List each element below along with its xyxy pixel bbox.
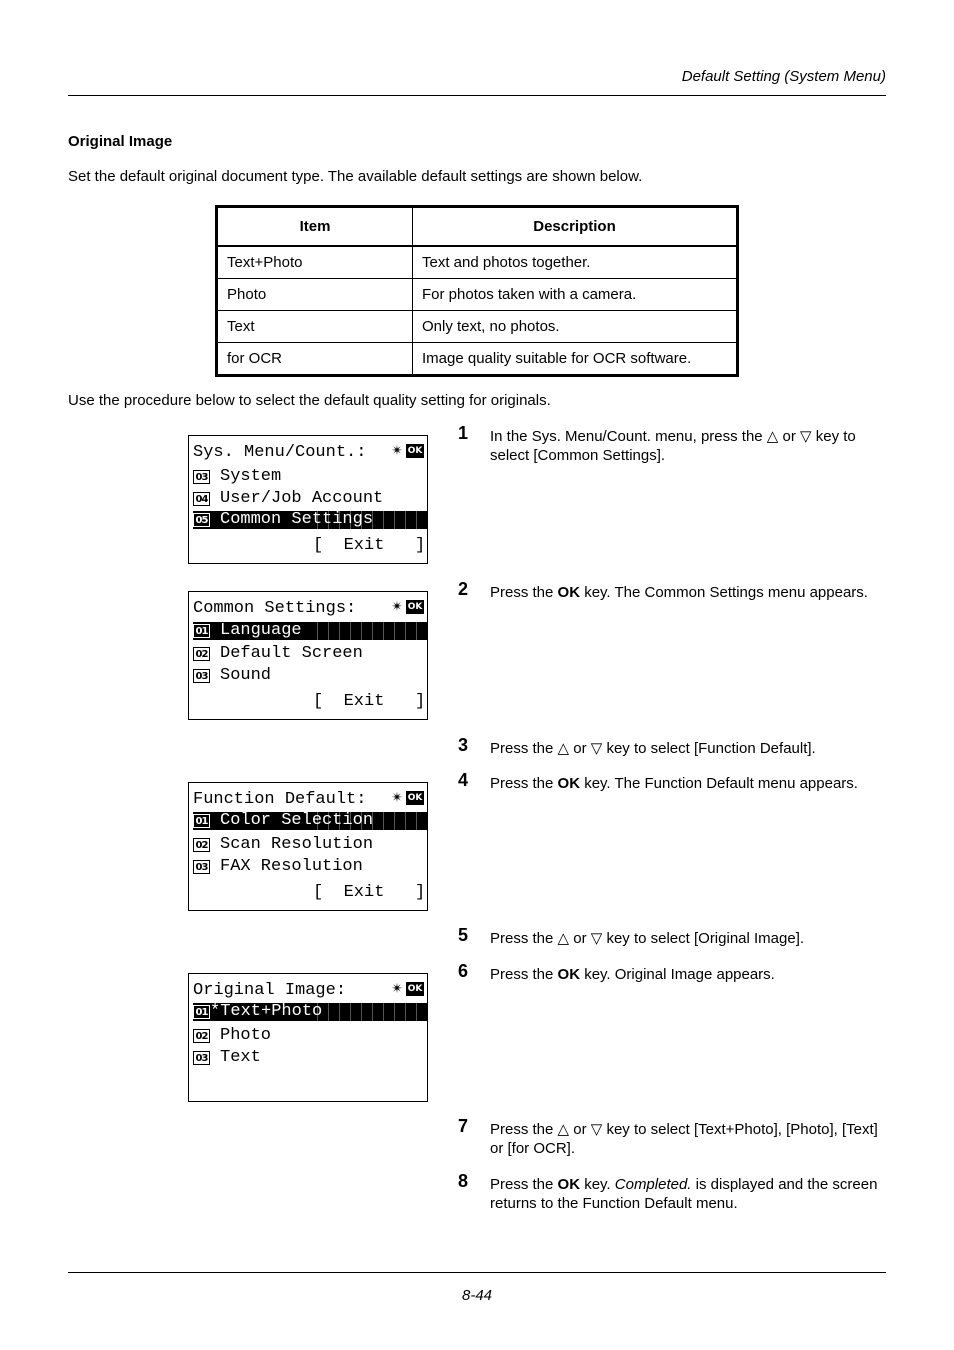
step-text: Press the △ or ▽ key to select [Text+Pho… bbox=[490, 1121, 878, 1157]
menu-item-selected[interactable]: 01 Language bbox=[193, 622, 427, 640]
menu-item[interactable]: 03 FAX Resolution bbox=[193, 858, 427, 876]
column-header-description: Description bbox=[412, 206, 738, 247]
settings-table: Item Description Text+Photo Text and phot… bbox=[215, 205, 739, 377]
step-number: 6 bbox=[458, 961, 469, 981]
lcd-screen-function-default: Function Default: ✴ OK 01 Color Selection… bbox=[188, 782, 428, 911]
item-number-badge: 01 bbox=[193, 624, 210, 638]
item-number-badge: 01 bbox=[193, 1005, 210, 1019]
step-number: 1 bbox=[458, 423, 469, 443]
description-cell: Text and photos together. bbox=[412, 245, 738, 279]
table-row: Photo For photos taken with a camera. bbox=[216, 278, 738, 311]
menu-item-label: User/Job Account bbox=[220, 489, 384, 508]
menu-item[interactable]: 02 Scan Resolution bbox=[193, 836, 427, 854]
menu-item-label: Default Screen bbox=[220, 644, 363, 663]
step-number: 8 bbox=[458, 1171, 469, 1191]
step-number: 2 bbox=[458, 579, 469, 599]
step-text: In the Sys. Menu/Count. menu, press the … bbox=[490, 428, 856, 464]
menu-item[interactable]: 02 Default Screen bbox=[193, 645, 427, 663]
step-number: 4 bbox=[458, 770, 469, 790]
section-title: Original Image bbox=[68, 133, 173, 150]
item-number-badge: 03 bbox=[193, 1051, 210, 1065]
item-cell: Photo bbox=[216, 278, 413, 311]
description-cell: Only text, no photos. bbox=[412, 310, 738, 343]
menu-item-label: Language bbox=[220, 621, 302, 640]
step-number: 7 bbox=[458, 1116, 469, 1136]
step-text: Press the OK key. The Common Settings me… bbox=[490, 584, 868, 601]
menu-item[interactable]: 03 System bbox=[193, 468, 427, 486]
footer-rule bbox=[68, 1272, 886, 1273]
menu-item-selected[interactable]: 01 Color Selection bbox=[193, 812, 427, 830]
step-text: Press the △ or ▽ key to select [Original… bbox=[490, 930, 805, 947]
exit-softkey[interactable]: [ Exit ] bbox=[313, 883, 425, 902]
menu-item[interactable]: 03 Sound bbox=[193, 667, 427, 685]
menu-item-label: Text bbox=[220, 1048, 261, 1067]
lcd-screen-sys-menu: Sys. Menu/Count.: ✴ OK 03 System 04 User/J… bbox=[188, 435, 428, 564]
menu-item-label: Color Selection bbox=[220, 811, 374, 830]
table-row: for OCR Image quality suitable for OCR so… bbox=[216, 342, 738, 376]
menu-item-label: Photo bbox=[220, 1026, 272, 1045]
menu-item-label: Sound bbox=[220, 666, 272, 685]
four-way-arrow-icon: ✴ bbox=[391, 443, 403, 459]
lcd-title: Function Default: bbox=[193, 790, 367, 809]
step-number: 5 bbox=[458, 925, 469, 945]
intro-paragraph: Set the default original document type. … bbox=[68, 168, 643, 185]
lcd-title: Sys. Menu/Count.: bbox=[193, 443, 367, 462]
menu-item-label: System bbox=[220, 467, 282, 486]
step-text: Press the OK key. Original Image appears… bbox=[490, 966, 775, 983]
menu-item-label: Scan Resolution bbox=[220, 835, 374, 854]
item-number-badge: 02 bbox=[193, 838, 210, 852]
four-way-arrow-icon: ✴ bbox=[391, 981, 403, 997]
item-cell: Text+Photo bbox=[216, 245, 413, 279]
item-number-badge: 03 bbox=[193, 669, 210, 683]
menu-item[interactable]: 04 User/Job Account bbox=[193, 490, 427, 508]
step-text: Press the OK key. Completed. is displaye… bbox=[490, 1176, 878, 1212]
menu-item-label: *Text+Photo bbox=[210, 1002, 323, 1021]
step-text: Press the OK key. The Function Default m… bbox=[490, 775, 858, 792]
lcd-screen-common-settings: Common Settings: ✴ OK 01 Language 02 Defau… bbox=[188, 591, 428, 720]
ok-key-icon: OK bbox=[406, 982, 424, 996]
ok-key-icon: OK bbox=[406, 791, 424, 805]
lcd-title: Common Settings: bbox=[193, 599, 357, 618]
item-number-badge: 05 bbox=[193, 513, 210, 527]
column-header-item: Item bbox=[216, 206, 413, 247]
exit-softkey[interactable]: [ Exit ] bbox=[313, 536, 425, 555]
item-number-badge: 01 bbox=[193, 814, 210, 828]
lcd-screen-original-image: Original Image: ✴ OK 01 *Text+Photo 02 Pho… bbox=[188, 973, 428, 1102]
menu-item[interactable]: 03 Text bbox=[193, 1049, 427, 1067]
menu-item-label: FAX Resolution bbox=[220, 857, 363, 876]
item-number-badge: 02 bbox=[193, 647, 210, 661]
item-cell: for OCR bbox=[216, 342, 413, 376]
table-row: Text Only text, no photos. bbox=[216, 310, 738, 343]
page-header-title: Default Setting (System Menu) bbox=[681, 68, 886, 85]
item-cell: Text bbox=[216, 310, 413, 343]
description-cell: Image quality suitable for OCR software. bbox=[412, 342, 738, 376]
description-cell: For photos taken with a camera. bbox=[412, 278, 738, 311]
lcd-title: Original Image: bbox=[193, 981, 347, 1000]
page-number: 8-44 bbox=[461, 1287, 493, 1304]
menu-item-selected[interactable]: 05 Common Settings bbox=[193, 511, 427, 529]
ok-key-icon: OK bbox=[406, 444, 424, 458]
exit-softkey[interactable]: [ Exit ] bbox=[313, 692, 425, 711]
procedure-intro: Use the procedure below to select the de… bbox=[68, 392, 551, 409]
four-way-arrow-icon: ✴ bbox=[391, 599, 403, 615]
four-way-arrow-icon: ✴ bbox=[391, 790, 403, 806]
item-number-badge: 04 bbox=[193, 492, 210, 506]
ok-key-icon: OK bbox=[406, 600, 424, 614]
item-number-badge: 03 bbox=[193, 860, 210, 874]
table-header-row: Item Description bbox=[216, 206, 738, 247]
header-rule bbox=[68, 95, 886, 96]
step-number: 3 bbox=[458, 735, 469, 755]
menu-item-selected[interactable]: 01 *Text+Photo bbox=[193, 1003, 427, 1021]
table-row: Text+Photo Text and photos together. bbox=[216, 245, 738, 279]
item-number-badge: 02 bbox=[193, 1029, 210, 1043]
menu-item[interactable]: 02 Photo bbox=[193, 1027, 427, 1045]
item-number-badge: 03 bbox=[193, 470, 210, 484]
step-text: Press the △ or ▽ key to select [Function… bbox=[490, 740, 816, 757]
menu-item-label: Common Settings bbox=[220, 510, 374, 529]
